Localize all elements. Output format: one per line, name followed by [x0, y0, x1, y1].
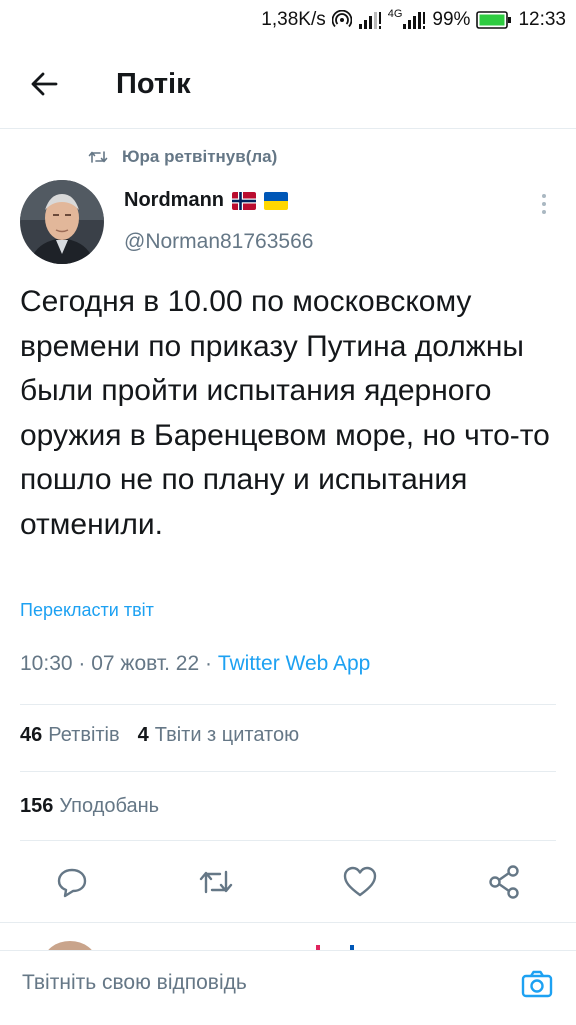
tweet-time: 10:30 — [20, 652, 73, 675]
reply-bar: Твітніть свою відповідь — [0, 950, 576, 1025]
like-icon — [343, 866, 377, 897]
signal-sim1-icon — [358, 12, 381, 29]
likes-stat[interactable]: 156 Уподобань — [20, 795, 159, 818]
retweets-label: Ретвітів — [48, 724, 120, 746]
avatar[interactable] — [20, 180, 104, 264]
tweet-date: 07 жовт. 22 — [91, 652, 200, 675]
avatar-photo — [20, 180, 104, 264]
battery-percent: 99% — [432, 9, 471, 30]
tweet-meta: 10:30 · 07 жовт. 22 · Twitter Web App — [20, 652, 370, 676]
tweet-text: Сегодня в 10.00 по московскому времени п… — [20, 285, 550, 541]
likes-label: Уподобань — [59, 795, 160, 817]
next-tweet-flags-peek — [312, 940, 362, 950]
divider — [20, 840, 556, 841]
battery-icon — [476, 11, 512, 29]
reply-icon — [57, 868, 87, 898]
app-bar: Потік — [0, 40, 576, 129]
flag-ukraine-icon — [264, 191, 288, 210]
like-button[interactable] — [340, 862, 380, 902]
signal-sim2-icon — [403, 12, 426, 29]
author-name: Nordmann — [124, 189, 224, 211]
quotes-label: Твіти з цитатою — [154, 724, 300, 746]
retweet-context-text: Юра ретвітнув(ла) — [122, 147, 278, 166]
retweet-stats: 46 Ретвітів 4 Твіти з цитатою — [20, 724, 299, 747]
status-icons: 1,38K/s 4G 99% 12:33 — [261, 6, 566, 34]
hotspot-icon — [331, 10, 352, 28]
author-handle[interactable]: @Norman81763566 — [124, 230, 313, 254]
arrow-left-icon — [31, 72, 58, 96]
meta-separator: · — [199, 652, 218, 675]
quotes-count: 4 — [137, 724, 149, 746]
camera-icon — [521, 970, 553, 998]
retweet-small-icon — [88, 151, 108, 163]
quotes-stat[interactable]: 4 Твіти з цитатою — [138, 724, 299, 747]
flag-norway-icon — [232, 191, 256, 210]
network-type: 4G — [387, 8, 403, 20]
more-options-button[interactable] — [532, 190, 556, 218]
retweet-button[interactable] — [196, 862, 236, 902]
share-button[interactable] — [484, 862, 524, 902]
reply-button[interactable] — [52, 862, 92, 902]
retweet-icon — [199, 870, 233, 894]
divider — [20, 704, 556, 705]
status-bar: 1,38K/s 4G 99% 12:33 — [0, 0, 576, 40]
share-icon — [489, 865, 519, 899]
network-speed: 1,38K/s — [261, 9, 326, 30]
more-vertical-icon — [542, 194, 546, 214]
retweets-count: 46 — [20, 724, 43, 746]
author-name-row[interactable]: Nordmann — [124, 189, 288, 212]
back-button[interactable] — [26, 66, 66, 102]
retweets-stat[interactable]: 46 Ретвітів — [20, 724, 120, 747]
meta-separator: · — [72, 652, 92, 675]
tweet-actions — [0, 858, 576, 906]
divider — [20, 771, 556, 772]
divider — [0, 922, 576, 923]
camera-button[interactable] — [520, 967, 554, 1001]
clock: 12:33 — [518, 9, 566, 30]
translate-tweet-link[interactable]: Перекласти твіт — [20, 600, 154, 621]
retweet-context[interactable]: Юра ретвітнув(ла) — [88, 144, 277, 170]
likes-count: 156 — [20, 795, 54, 817]
page-title: Потік — [116, 68, 191, 100]
reply-input[interactable]: Твітніть свою відповідь — [22, 971, 482, 995]
tweet-source-link[interactable]: Twitter Web App — [218, 652, 371, 675]
